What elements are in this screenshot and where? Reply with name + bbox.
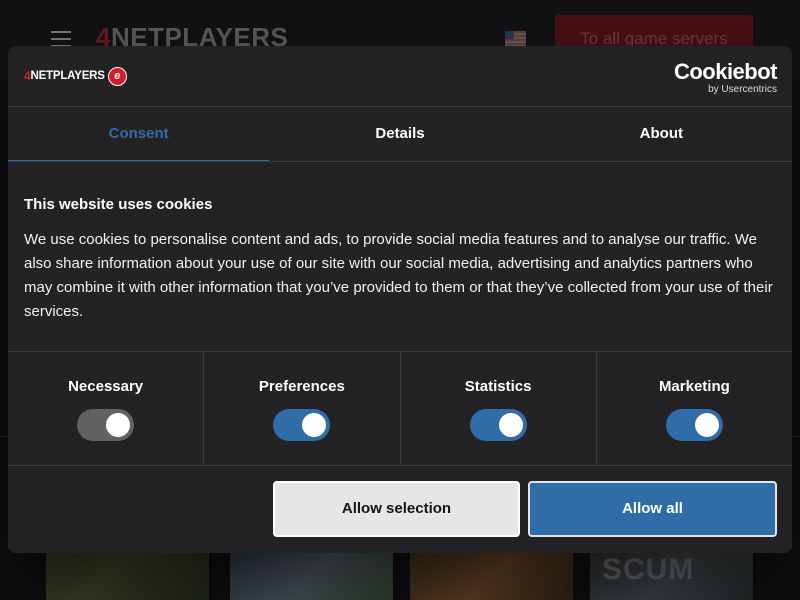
netplayers-e-badge-icon: e [107,66,127,86]
hamburger-menu-icon[interactable] [51,31,71,47]
netplayers-logo: 4 NETPLAYERS e [24,65,127,87]
cookie-consent-dialog: 4 NETPLAYERS e Cookiebot by Usercentrics … [8,46,792,553]
toggle-knob [106,413,131,437]
consent-description: We use cookies to personalise content an… [24,231,773,320]
allow-selection-button[interactable]: Allow selection [273,481,520,537]
cookiebot-logo[interactable]: Cookiebot by Usercentrics [674,61,778,96]
game-thumbnail[interactable] [410,552,573,600]
category-preferences: Preferences [204,352,401,465]
category-label: Preferences [258,378,345,395]
consent-tabs: Consent Details About [8,107,792,162]
tab-details[interactable]: Details [269,107,530,161]
dialog-header: 4 NETPLAYERS e Cookiebot by Usercentrics [8,46,792,106]
game-thumbnails: SCUM [46,552,800,600]
game-thumbnail[interactable] [230,552,393,600]
game-thumbnail[interactable] [46,552,209,600]
category-statistics: Statistics [401,352,597,465]
preferences-toggle[interactable] [273,409,331,441]
consent-title: This website uses cookies [24,196,213,213]
toggle-knob [302,413,327,437]
toggle-knob [694,413,719,437]
us-flag-icon[interactable] [505,31,526,46]
toggle-knob [498,413,523,437]
cookie-category-toggles: Necessary Preferences Statistics Marketi… [8,351,792,466]
category-label: Statistics [464,378,532,395]
marketing-toggle[interactable] [665,409,723,441]
category-necessary: Necessary [8,352,205,465]
category-marketing: Marketing [597,352,792,465]
tabs-divider [8,161,792,162]
game-thumbnail-scum[interactable]: SCUM [590,552,753,600]
tab-about[interactable]: About [531,107,792,161]
necessary-toggle [77,409,135,441]
consent-body: This website uses cookies We use cookies… [24,196,776,324]
allow-all-button[interactable]: Allow all [528,481,777,537]
category-label: Marketing [658,378,730,395]
tab-consent[interactable]: Consent [8,107,270,162]
category-label: Necessary [68,378,144,395]
statistics-toggle[interactable] [469,409,527,441]
